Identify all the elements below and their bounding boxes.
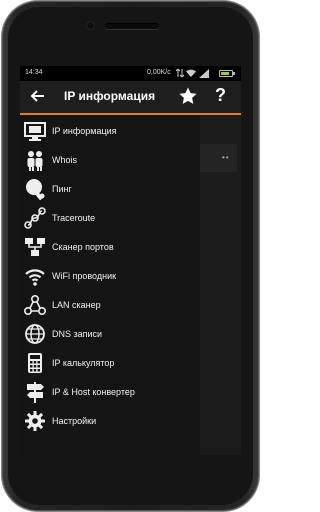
wifi-icon xyxy=(25,269,45,286)
signal-icon xyxy=(199,69,209,78)
status-icons xyxy=(176,68,212,78)
status-bar: 14:34 0,00K/c xyxy=(20,66,241,81)
menu-item-label: Пинг xyxy=(52,184,72,194)
menu-item-ip-calculator[interactable]: IP калькулятор xyxy=(20,349,200,378)
menu-item-label: Whois xyxy=(52,155,78,165)
menu-item-ping[interactable]: Пинг xyxy=(20,175,200,204)
menu-item-port-scanner[interactable]: Сканер портов xyxy=(20,233,200,262)
earpiece-speaker xyxy=(105,23,159,29)
route-icon xyxy=(24,207,46,229)
menu-item-traceroute[interactable]: Traceroute xyxy=(20,204,200,233)
battery-icon xyxy=(219,70,235,77)
globe-icon xyxy=(25,324,45,344)
menu-item-label: Настройки xyxy=(52,416,97,426)
menu-item-settings[interactable]: Настройки xyxy=(20,407,200,436)
menu-item-host-converter[interactable]: IP & Host конвертер xyxy=(20,378,200,407)
lan-icon xyxy=(24,294,46,315)
screen: 14:34 0,00K/c IP информация ? •• IP инфо… xyxy=(20,66,241,455)
menu-item-label: DNS записи xyxy=(52,329,103,339)
content-card xyxy=(200,144,237,172)
main-content-behind-drawer: •• xyxy=(200,115,241,455)
port-scanner-icon xyxy=(25,238,45,256)
menu-item-label: Сканер портов xyxy=(52,242,114,252)
signpost-icon xyxy=(27,382,44,403)
monitor-icon xyxy=(24,122,46,141)
help-button[interactable]: ? xyxy=(215,85,226,106)
transfer-icon xyxy=(176,68,184,78)
menu-item-lan-scanner[interactable]: LAN сканер xyxy=(20,291,200,320)
ping-pong-icon xyxy=(26,179,45,200)
app-toolbar: IP информация ? xyxy=(20,81,241,115)
phone-bottom-bezel xyxy=(0,455,261,511)
more-dots-icon: •• xyxy=(222,153,230,162)
people-icon xyxy=(27,151,43,171)
menu-item-label: LAN сканер xyxy=(52,300,101,310)
menu-item-wifi-explorer[interactable]: WiFi проводник xyxy=(20,262,200,291)
front-camera xyxy=(86,21,95,30)
calculator-icon xyxy=(28,353,42,373)
back-arrow-icon[interactable] xyxy=(28,86,48,106)
navigation-drawer: IP информация Whois Пинг Traceroute Скан… xyxy=(20,115,200,455)
menu-item-label: IP калькулятор xyxy=(52,358,115,368)
gear-icon xyxy=(25,411,45,431)
menu-item-ip-info[interactable]: IP информация xyxy=(20,117,200,146)
menu-item-label: WiFi проводник xyxy=(52,271,117,281)
menu-item-label: IP информация xyxy=(52,126,117,136)
menu-item-whois[interactable]: Whois xyxy=(20,146,200,175)
star-icon[interactable] xyxy=(178,86,198,106)
menu-item-dns-records[interactable]: DNS записи xyxy=(20,320,200,349)
status-time: 14:34 xyxy=(25,69,43,76)
wifi-status-icon xyxy=(186,69,196,77)
page-title: IP информация xyxy=(64,89,156,103)
menu-item-label: Traceroute xyxy=(52,213,96,223)
network-rate: 0,00K/c xyxy=(147,69,171,76)
menu-item-label: IP & Host конвертер xyxy=(52,387,135,397)
